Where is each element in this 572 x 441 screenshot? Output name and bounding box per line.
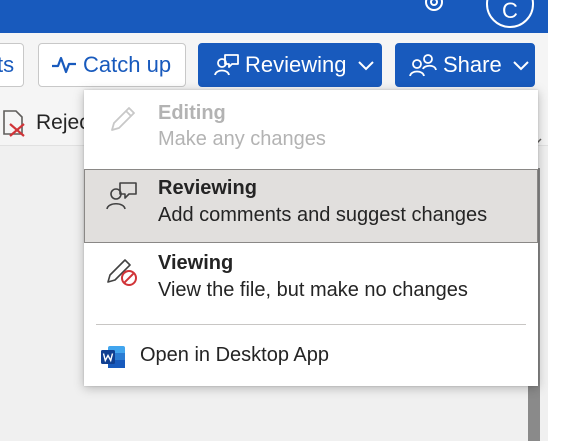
menu-item-viewing[interactable]: Viewing View the file, but make no chang… bbox=[84, 246, 538, 316]
menu-separator bbox=[96, 324, 526, 325]
menu-item-editing: Editing Make any changes bbox=[84, 90, 538, 164]
window-edge bbox=[548, 0, 572, 441]
chevron-down-icon bbox=[357, 61, 374, 71]
comments-button-label: ts bbox=[0, 52, 15, 77]
reviewing-icon bbox=[214, 54, 239, 76]
reviewing-icon bbox=[106, 182, 137, 210]
share-people-icon bbox=[409, 54, 437, 77]
avatar[interactable]: C bbox=[486, 0, 534, 28]
menu-item-editing-title: Editing bbox=[158, 102, 226, 124]
pencil-icon bbox=[111, 107, 135, 131]
catch-up-button[interactable]: Catch up bbox=[38, 43, 186, 87]
reject-icon bbox=[3, 110, 25, 137]
editing-mode-button[interactable]: Reviewing bbox=[198, 43, 382, 87]
open-in-desktop-app[interactable]: Open in Desktop App bbox=[84, 336, 538, 378]
menu-item-reviewing-desc: Add comments and suggest changes bbox=[158, 204, 488, 226]
share-button[interactable]: Share bbox=[395, 43, 535, 87]
menu-item-reviewing-title: Reviewing bbox=[158, 177, 257, 199]
menu-item-viewing-desc: View the file, but make no changes bbox=[158, 279, 468, 301]
word-icon bbox=[101, 346, 125, 368]
title-bar: C bbox=[0, 0, 548, 33]
pencil-prohibited-icon bbox=[107, 259, 137, 286]
menu-item-viewing-title: Viewing bbox=[158, 252, 234, 274]
catch-up-label: Catch up bbox=[83, 52, 172, 77]
reject-label: Rejec bbox=[36, 111, 90, 134]
reject-button[interactable]: Rejec bbox=[0, 103, 90, 143]
editing-mode-label: Reviewing bbox=[245, 52, 347, 77]
share-label: Share bbox=[443, 52, 502, 77]
open-in-desktop-label: Open in Desktop App bbox=[140, 344, 330, 366]
chevron-down-icon bbox=[513, 61, 529, 71]
editing-mode-menu: Editing Make any changes Reviewing Add c… bbox=[84, 90, 538, 386]
pulse-icon bbox=[52, 56, 76, 74]
comments-button[interactable]: ts bbox=[0, 43, 24, 87]
menu-item-editing-desc: Make any changes bbox=[158, 128, 326, 150]
gear-icon[interactable] bbox=[422, 0, 446, 14]
menu-item-reviewing[interactable]: Reviewing Add comments and suggest chang… bbox=[84, 169, 538, 243]
